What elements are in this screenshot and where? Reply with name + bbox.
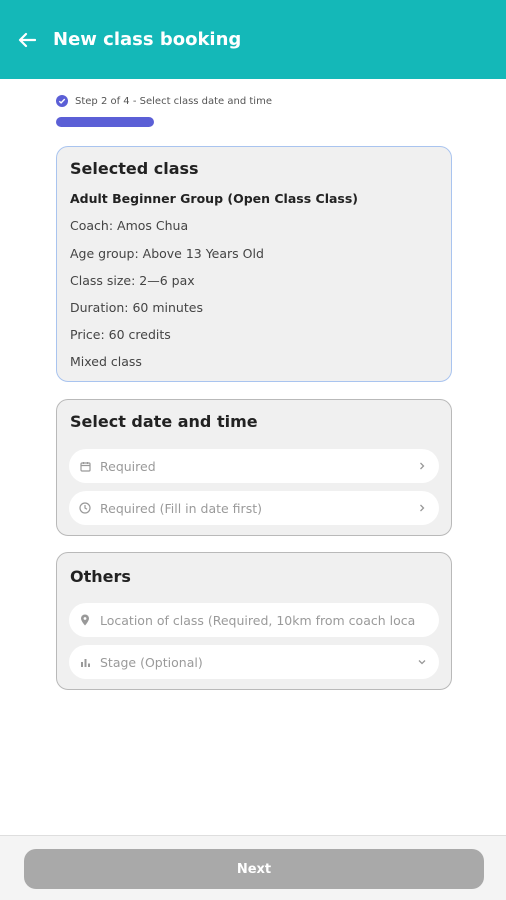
chevron-right-icon: [417, 503, 427, 513]
check-circle-icon: [56, 95, 68, 107]
time-placeholder: Required (Fill in date first): [100, 500, 262, 516]
stage-select[interactable]: Stage (Optional): [69, 645, 439, 679]
page-title: New class booking: [53, 29, 242, 50]
clock-icon: [79, 502, 91, 514]
class-type-info: Mixed class: [70, 354, 142, 369]
time-field[interactable]: Required (Fill in date first): [69, 491, 439, 525]
next-button[interactable]: Next: [24, 849, 484, 889]
location-placeholder: Location of class (Required, 10km from c…: [100, 612, 416, 628]
chevron-down-icon: [417, 657, 427, 667]
class-name: Adult Beginner Group (Open Class Class): [70, 191, 359, 206]
bar-chart-icon: [79, 656, 91, 668]
chevron-right-icon: [417, 461, 427, 471]
age-group-info: Age group: Above 13 Years Old: [70, 246, 264, 261]
selected-class-card: Selected class Adult Beginner Group (Ope…: [56, 146, 452, 382]
calendar-icon: [79, 460, 91, 472]
date-time-card: Select date and time Required Required (…: [56, 399, 452, 536]
duration-info: Duration: 60 minutes: [70, 300, 203, 315]
date-placeholder: Required: [100, 458, 156, 474]
back-arrow-icon[interactable]: [16, 29, 38, 51]
step-progress-bar: [56, 117, 154, 127]
bottom-bar: Next: [0, 835, 506, 900]
others-card: Others Location of class (Required, 10km…: [56, 552, 452, 690]
stage-placeholder: Stage (Optional): [100, 654, 203, 670]
selected-class-heading: Selected class: [70, 159, 199, 178]
stepper: Step 2 of 4 - Select class date and time: [56, 95, 456, 127]
location-field[interactable]: Location of class (Required, 10km from c…: [69, 603, 439, 637]
others-heading: Others: [70, 567, 131, 586]
app-bar: New class booking: [0, 0, 506, 79]
price-info: Price: 60 credits: [70, 327, 171, 342]
location-pin-icon: [79, 614, 91, 626]
coach-info: Coach: Amos Chua: [70, 218, 189, 233]
date-time-heading: Select date and time: [70, 412, 258, 431]
class-size-info: Class size: 2—6 pax: [70, 273, 195, 288]
date-field[interactable]: Required: [69, 449, 439, 483]
step-label: Step 2 of 4 - Select class date and time: [75, 95, 272, 107]
